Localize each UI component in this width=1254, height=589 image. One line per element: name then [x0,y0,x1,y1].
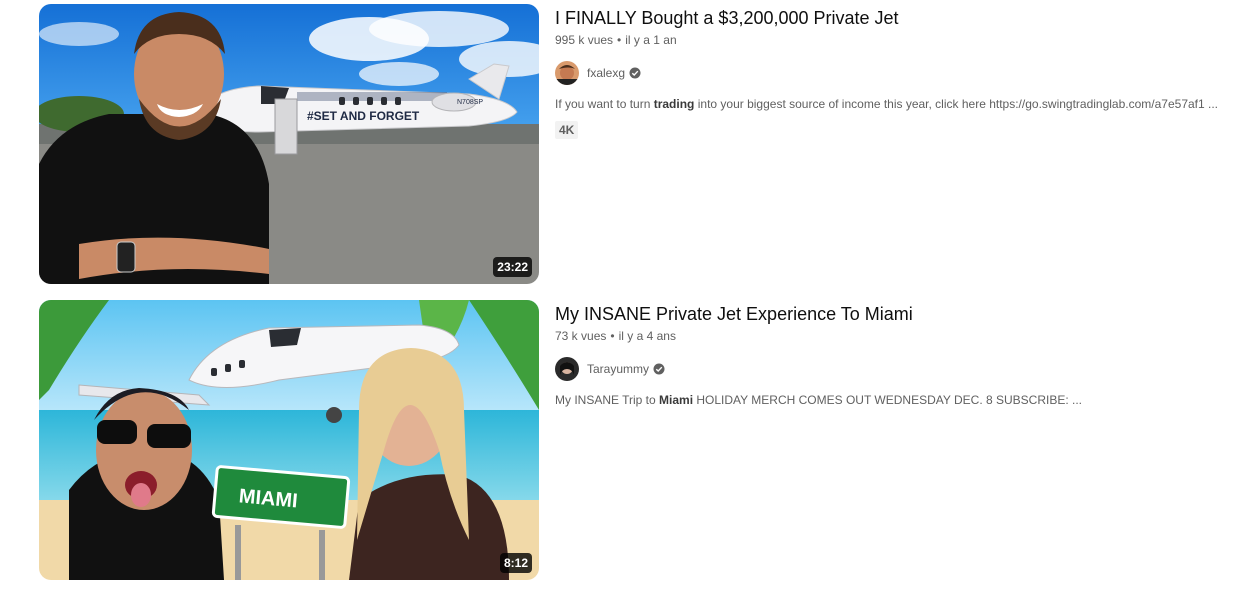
thumbnail-image: #SET AND FORGET N708SP [39,4,539,284]
video-duration: 23:22 [493,257,532,277]
thumbnail-tail-number: N708SP [457,99,483,106]
video-title[interactable]: I FINALLY Bought a $3,200,000 Private Je… [555,5,1245,31]
description-text: into your biggest source of income this … [694,97,1219,111]
avatar[interactable] [555,61,579,85]
video-title[interactable]: My INSANE Private Jet Experience To Miam… [555,301,1245,327]
channel-link[interactable]: Tarayummy [555,357,1245,381]
separator-dot: • [610,329,615,343]
video-meta: My INSANE Private Jet Experience To Miam… [555,300,1245,409]
view-count: 73 k vues [555,329,607,343]
separator-dot: • [617,33,622,47]
thumbnail-image: MIAMI [39,300,539,580]
video-description: My INSANE Trip to Miami HOLIDAY MERCH CO… [555,391,1235,409]
thumbnail-jet-text: #SET AND FORGET [307,109,420,123]
channel-link[interactable]: fxalexg [555,61,1245,85]
video-thumbnail[interactable]: #SET AND FORGET N708SP 23:22 [39,4,539,284]
video-result-1[interactable]: #SET AND FORGET N708SP 23:22 I FINALLY B… [39,4,1239,284]
description-text: HOLIDAY MERCH COMES OUT WEDNESDAY DEC. 8… [693,393,1083,407]
channel-name[interactable]: fxalexg [587,64,625,82]
video-stats: 73 k vues • il y a 4 ans [555,327,1245,345]
verified-check-icon [653,363,665,375]
video-description: If you want to turn trading into your bi… [555,95,1235,113]
video-thumbnail[interactable]: MIAMI 8:12 [39,300,539,580]
verified-check-icon [629,67,641,79]
description-text: My INSANE Trip to [555,393,660,407]
view-count: 995 k vues [555,33,614,47]
description-highlight: trading [653,97,695,111]
video-stats: 995 k vues • il y a 1 an [555,31,1245,49]
channel-name[interactable]: Tarayummy [587,360,649,378]
description-text: If you want to turn [555,97,654,111]
video-result-2[interactable]: MIAMI 8:12 My INSANE Private Jet Experie… [39,300,1239,580]
avatar[interactable] [555,357,579,381]
video-duration: 8:12 [499,553,532,573]
quality-badge: 4K [555,121,579,139]
description-highlight: Miami [659,393,694,407]
video-meta: I FINALLY Bought a $3,200,000 Private Je… [555,4,1245,139]
upload-age: il y a 4 ans [618,329,676,343]
upload-age: il y a 1 an [625,33,677,47]
